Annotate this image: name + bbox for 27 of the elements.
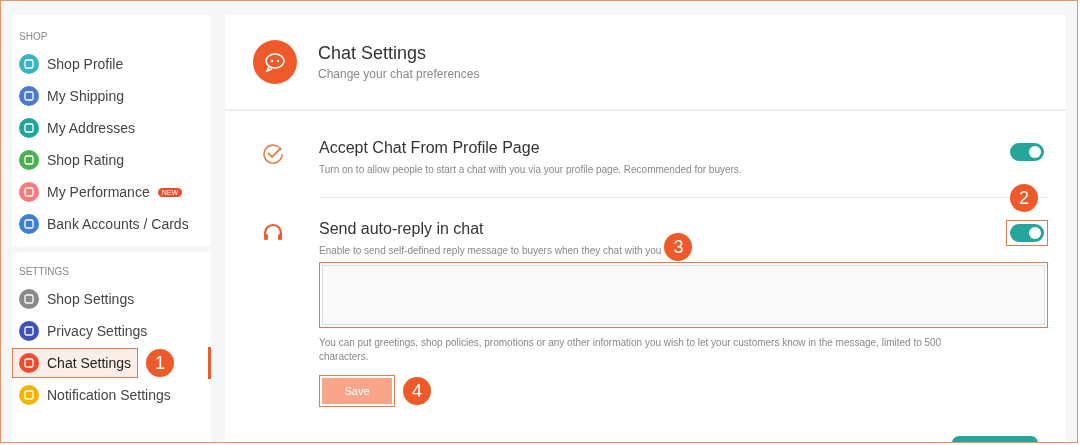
sidebar-item[interactable]: Notification Settings — [12, 380, 178, 410]
check-circle-icon — [261, 141, 285, 165]
toggle-switch[interactable] — [1010, 224, 1044, 242]
section-title: SHOP — [18, 31, 49, 42]
sidebar-item[interactable]: Shop Profile — [12, 49, 131, 79]
sidebar-item[interactable]: Shop Rating — [12, 145, 132, 175]
page-title: Chat Settings — [318, 43, 428, 64]
step-callout: 3 — [664, 233, 693, 261]
setting-description: Enable to send self-defined reply message to buyers when they chat with you — [319, 244, 662, 256]
setting-title: Accept Chat From Profile Page — [319, 139, 541, 157]
sidebar-item[interactable]: My Shipping — [12, 81, 132, 111]
sidebar-item[interactable]: Privacy Settings — [12, 316, 155, 346]
sidebar-item[interactable]: Shop Settings — [12, 284, 142, 314]
reply-input-field[interactable] — [322, 265, 1045, 325]
setting-title: Send auto-reply in chat — [319, 220, 485, 238]
step-callout: 2 — [1010, 184, 1038, 212]
sidebar-item[interactable]: Chat Settings — [12, 348, 139, 378]
sidebar-item[interactable]: Bank Accounts / Cards — [12, 209, 196, 239]
step-callout: 1 — [146, 349, 175, 377]
setting-description: Turn on to allow people to start a chat with you via your profile page. Recommended for buyers. — [319, 163, 742, 175]
step-callout: 4 — [403, 377, 431, 405]
toggle-switch[interactable] — [1010, 143, 1044, 161]
chat-bubble-icon — [253, 40, 297, 84]
section-title: SETTINGS — [18, 266, 70, 277]
sidebar-item[interactable]: My Addresses — [12, 113, 142, 143]
page-subtitle: Change your chat preferences — [318, 67, 480, 81]
hint-text: You can put greetings, shop policies, promotions or any other information you wish to let your customers know in the message, limited to 500 characters. — [319, 336, 943, 364]
